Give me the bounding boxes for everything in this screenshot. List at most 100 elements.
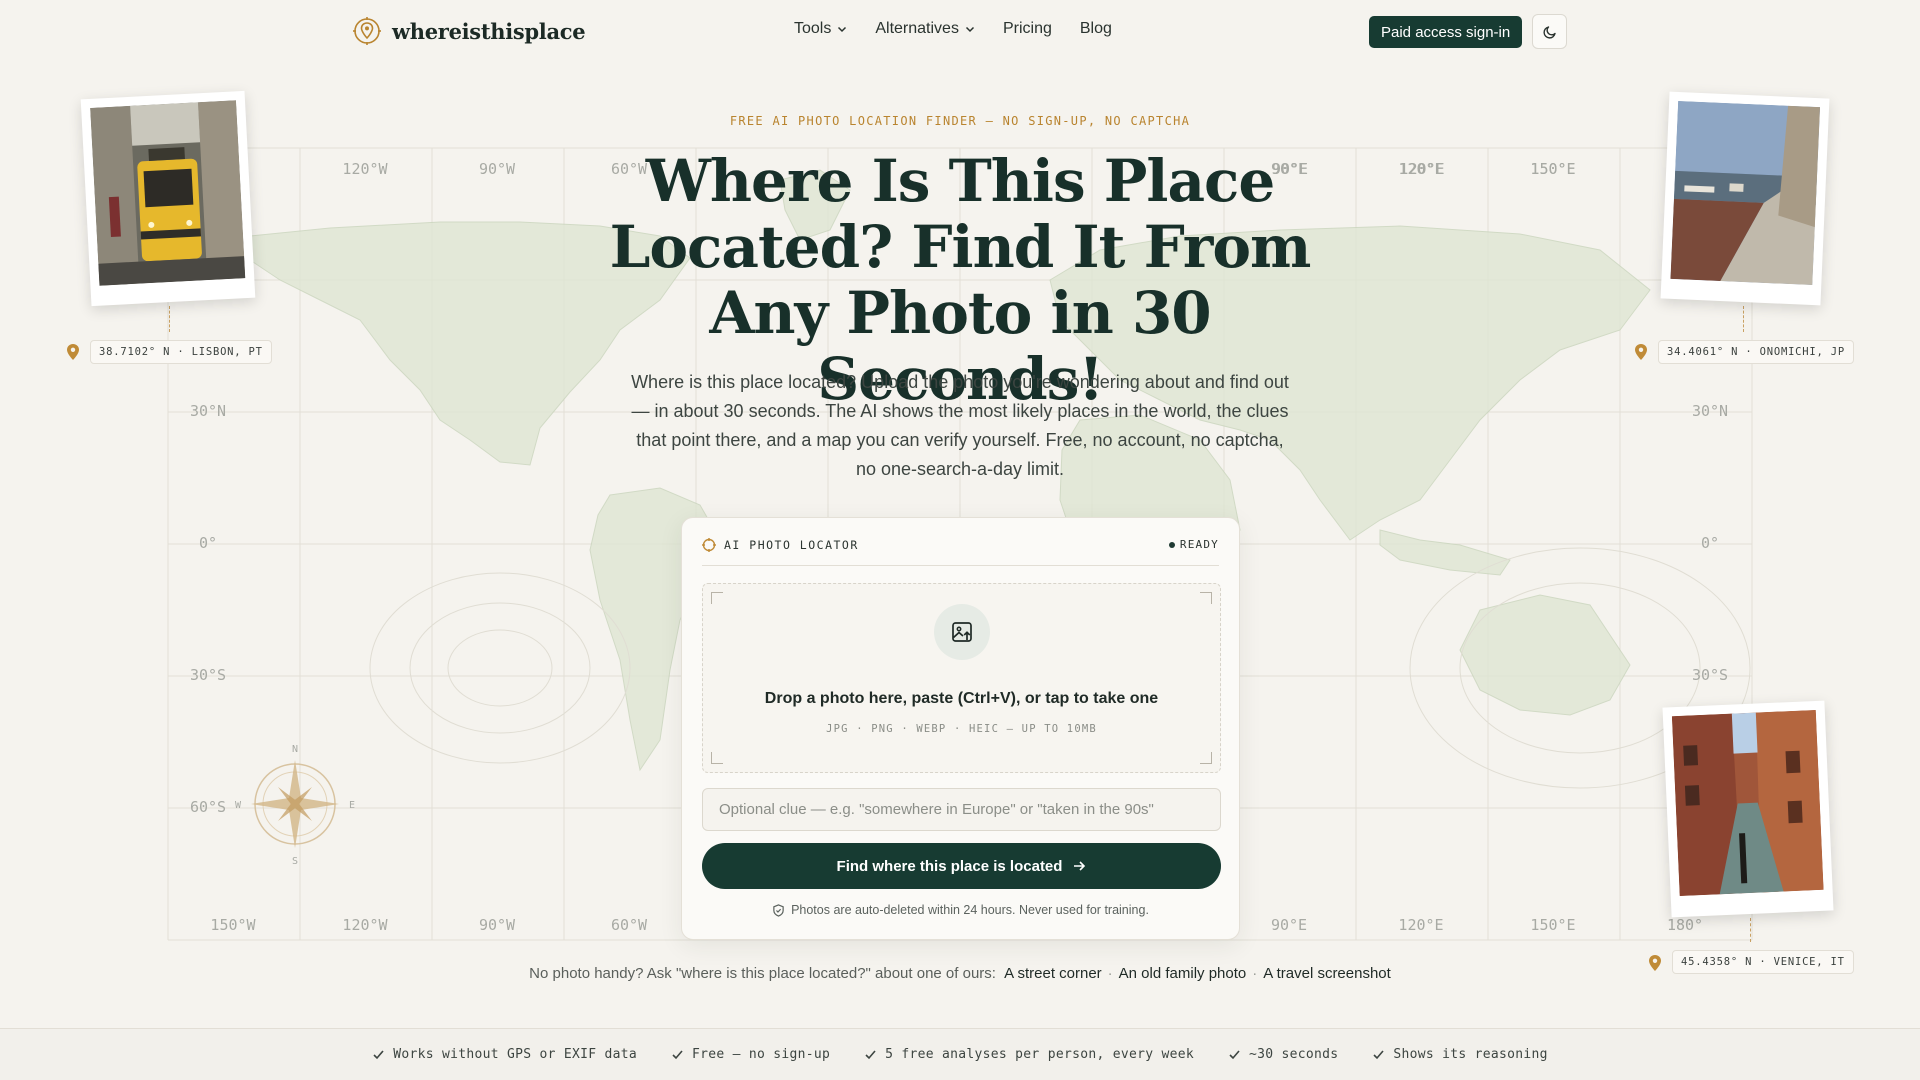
latitude-label: 30°N [1692,402,1728,420]
chevron-down-icon [965,26,974,33]
check-icon [1373,1050,1384,1060]
nav-pricing[interactable]: Pricing [1003,20,1052,38]
locator-header: AI PHOTO LOCATOR READY [702,538,1219,566]
site-header: whereisthisplace Tools Alternatives Pric… [0,0,1920,64]
dropzone-instruction: Drop a photo here, paste (Ctrl+V), or ta… [764,690,1159,707]
locator-title: AI PHOTO LOCATOR [702,538,859,552]
brand-name: whereisthisplace [392,18,586,44]
nav-alternatives-label: Alternatives [875,20,959,37]
lisbon-connector [169,306,170,332]
photo-card-venice[interactable] [1662,700,1834,918]
nav-alternatives[interactable]: Alternatives [875,20,975,38]
longitude-label: 90°E [1271,916,1307,934]
optional-clue-input[interactable] [702,788,1221,831]
separator-dot: · [1107,965,1113,982]
corner-mark [711,752,723,764]
compass-n: N [292,744,298,755]
latitude-label: 60°S [190,798,226,816]
nav-blog-label: Blog [1079,20,1112,37]
accepted-formats: JPG · PNG · WEBP · HEIC — UP TO 10MB [826,723,1097,735]
corner-mark [711,592,723,604]
main-nav: Tools Alternatives Pricing Blog [794,20,1112,38]
feature-item: ~30 seconds [1228,1047,1338,1062]
nav-tools-label: Tools [794,20,832,37]
latitude-label: 0° [1701,534,1719,552]
longitude-label: 90°W [479,160,516,178]
map-pin-icon [1635,344,1647,360]
compass-e: E [349,800,355,811]
longitude-label: 150°E [1530,916,1575,934]
paid-access-signin-button[interactable]: Paid access sign-in [1369,16,1523,48]
australia-shape [1459,594,1631,716]
lisbon-coordinate-tag: 38.7102° N · LISBON, PT [90,340,272,364]
onomichi-connector [1743,306,1744,332]
sample-street-corner-link[interactable]: A street corner [1004,965,1102,982]
feature-text: 5 free analyses per person, every week [885,1047,1194,1062]
brand-logo[interactable]: whereisthisplace [352,16,586,46]
status-dot [1168,541,1175,548]
nav-pricing-label: Pricing [1002,20,1052,37]
nav-blog[interactable]: Blog [1080,20,1112,38]
privacy-note-text: Photos are auto-deleted within 24 hours.… [791,903,1149,917]
image-upload-icon [952,622,972,642]
theme-toggle-button[interactable] [1532,14,1567,49]
feature-text: Shows its reasoning [1393,1047,1548,1062]
check-icon [672,1050,683,1060]
hero-eyebrow: FREE AI PHOTO LOCATION FINDER — NO SIGN-… [729,114,1191,128]
check-icon [865,1050,876,1060]
feature-item: Shows its reasoning [1372,1047,1548,1062]
sample-photos-row: No photo handy? Ask "where is this place… [0,965,1920,982]
longitude-label: 120°E [1398,916,1443,934]
feature-item: Free — no sign-up [671,1047,830,1062]
upload-image-button[interactable] [934,604,990,660]
nav-tools[interactable]: Tools [794,20,847,38]
map-pin-icon [67,344,79,360]
shield-check-icon [773,903,784,917]
check-icon [373,1050,384,1060]
latitude-label: 30°S [190,666,226,684]
longitude-label: 180° [1667,916,1703,934]
latitude-label: 30°N [190,402,226,420]
feature-text: ~30 seconds [1248,1047,1339,1062]
target-icon [702,538,716,552]
lisbon-tram-photo [90,100,246,286]
compass-s: S [292,856,298,867]
status-badge: READY [1168,538,1219,551]
longitude-label: 120°W [342,916,388,934]
find-location-button-label: Find where this place is located [836,857,1063,875]
location-pin-logo-icon [353,17,381,45]
feature-item: Works without GPS or EXIF data [372,1047,637,1062]
longitude-label: 90°W [479,916,516,934]
samples-prefix: No photo handy? Ask "where is this place… [529,965,996,982]
longitude-label: 150°W [210,916,256,934]
corner-mark [1200,752,1212,764]
feature-item: 5 free analyses per person, every week [864,1047,1194,1062]
features-strip: Works without GPS or EXIF data Free — no… [0,1028,1920,1080]
find-location-button[interactable]: Find where this place is located [702,843,1221,889]
corner-mark [1200,592,1212,604]
onomichi-waterfront-photo [1670,100,1821,286]
chevron-down-icon [838,26,847,33]
photo-locator-card: AI PHOTO LOCATOR READY Drop a photo here… [681,517,1240,940]
check-icon [1229,1050,1240,1060]
longitude-label: 60°W [611,916,648,934]
arrow-right-icon [1074,861,1086,871]
compass-w: W [235,800,242,811]
hero-subtitle: Where is this place located? Upload the … [631,372,1289,479]
privacy-note: Photos are auto-deleted within 24 hours.… [682,903,1239,917]
moon-icon [1542,25,1556,39]
venice-connector [1750,918,1751,942]
latitude-label: 0° [199,534,217,552]
photo-dropzone[interactable]: Drop a photo here, paste (Ctrl+V), or ta… [702,583,1221,773]
venice-canal-photo [1671,709,1824,897]
sample-family-photo-link[interactable]: An old family photo [1119,965,1247,982]
longitude-label: 120°E [1399,160,1444,178]
indonesia-shape [1379,529,1511,576]
feature-text: Free — no sign-up [692,1047,831,1062]
longitude-label: 120°W [342,160,388,178]
compass-rose: N E S W [235,744,355,867]
sample-travel-screenshot-link[interactable]: A travel screenshot [1263,965,1391,982]
latitude-label: 30°S [1692,666,1728,684]
onomichi-coordinate-tag: 34.4061° N · ONOMICHI, JP [1658,340,1855,364]
status-text: READY [1179,538,1219,551]
